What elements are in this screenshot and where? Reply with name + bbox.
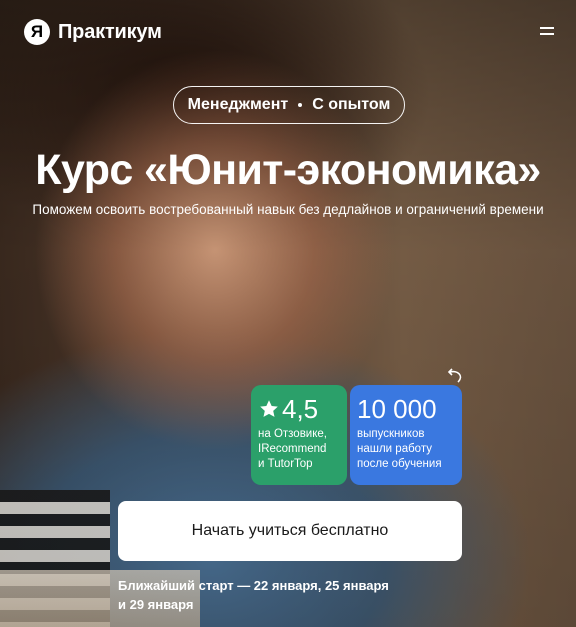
rating-sources: на Отзовике, IRecommend и TutorTop xyxy=(258,428,327,470)
hamburger-icon xyxy=(540,27,554,29)
graduates-value: 10 000 xyxy=(357,394,437,424)
page-title: Курс «Юнит-экономика» xyxy=(35,146,541,194)
separator-dot xyxy=(298,103,303,107)
nearest-start-dates: Ближайший старт — 22 января, 25 января и… xyxy=(118,578,389,612)
logo-text: Практикум xyxy=(58,20,162,43)
tag-level: С опытом xyxy=(312,96,391,113)
tag-area: Менеджмент xyxy=(187,96,289,113)
rating-card: 4,5 на Отзовике, IRecommend и TutorTop xyxy=(251,385,347,485)
star-icon xyxy=(260,400,278,417)
rating-value: 4,5 xyxy=(258,393,341,425)
graduates-card: 10 000 выпускников нашли работу после об… xyxy=(350,385,462,485)
yandex-logo-icon: Я xyxy=(24,19,50,45)
menu-button[interactable] xyxy=(540,22,556,40)
page-subtitle: Поможем освоить востребованный навык без… xyxy=(32,202,544,217)
start-learning-button[interactable]: Начать учиться бесплатно xyxy=(118,501,462,561)
header: Я Практикум xyxy=(0,0,576,64)
course-tags: Менеджмент С опытом xyxy=(173,86,405,124)
graduates-description: выпускников нашли работу после обучения xyxy=(357,428,442,470)
praktikum-logo[interactable]: Я Практикум xyxy=(24,18,162,46)
